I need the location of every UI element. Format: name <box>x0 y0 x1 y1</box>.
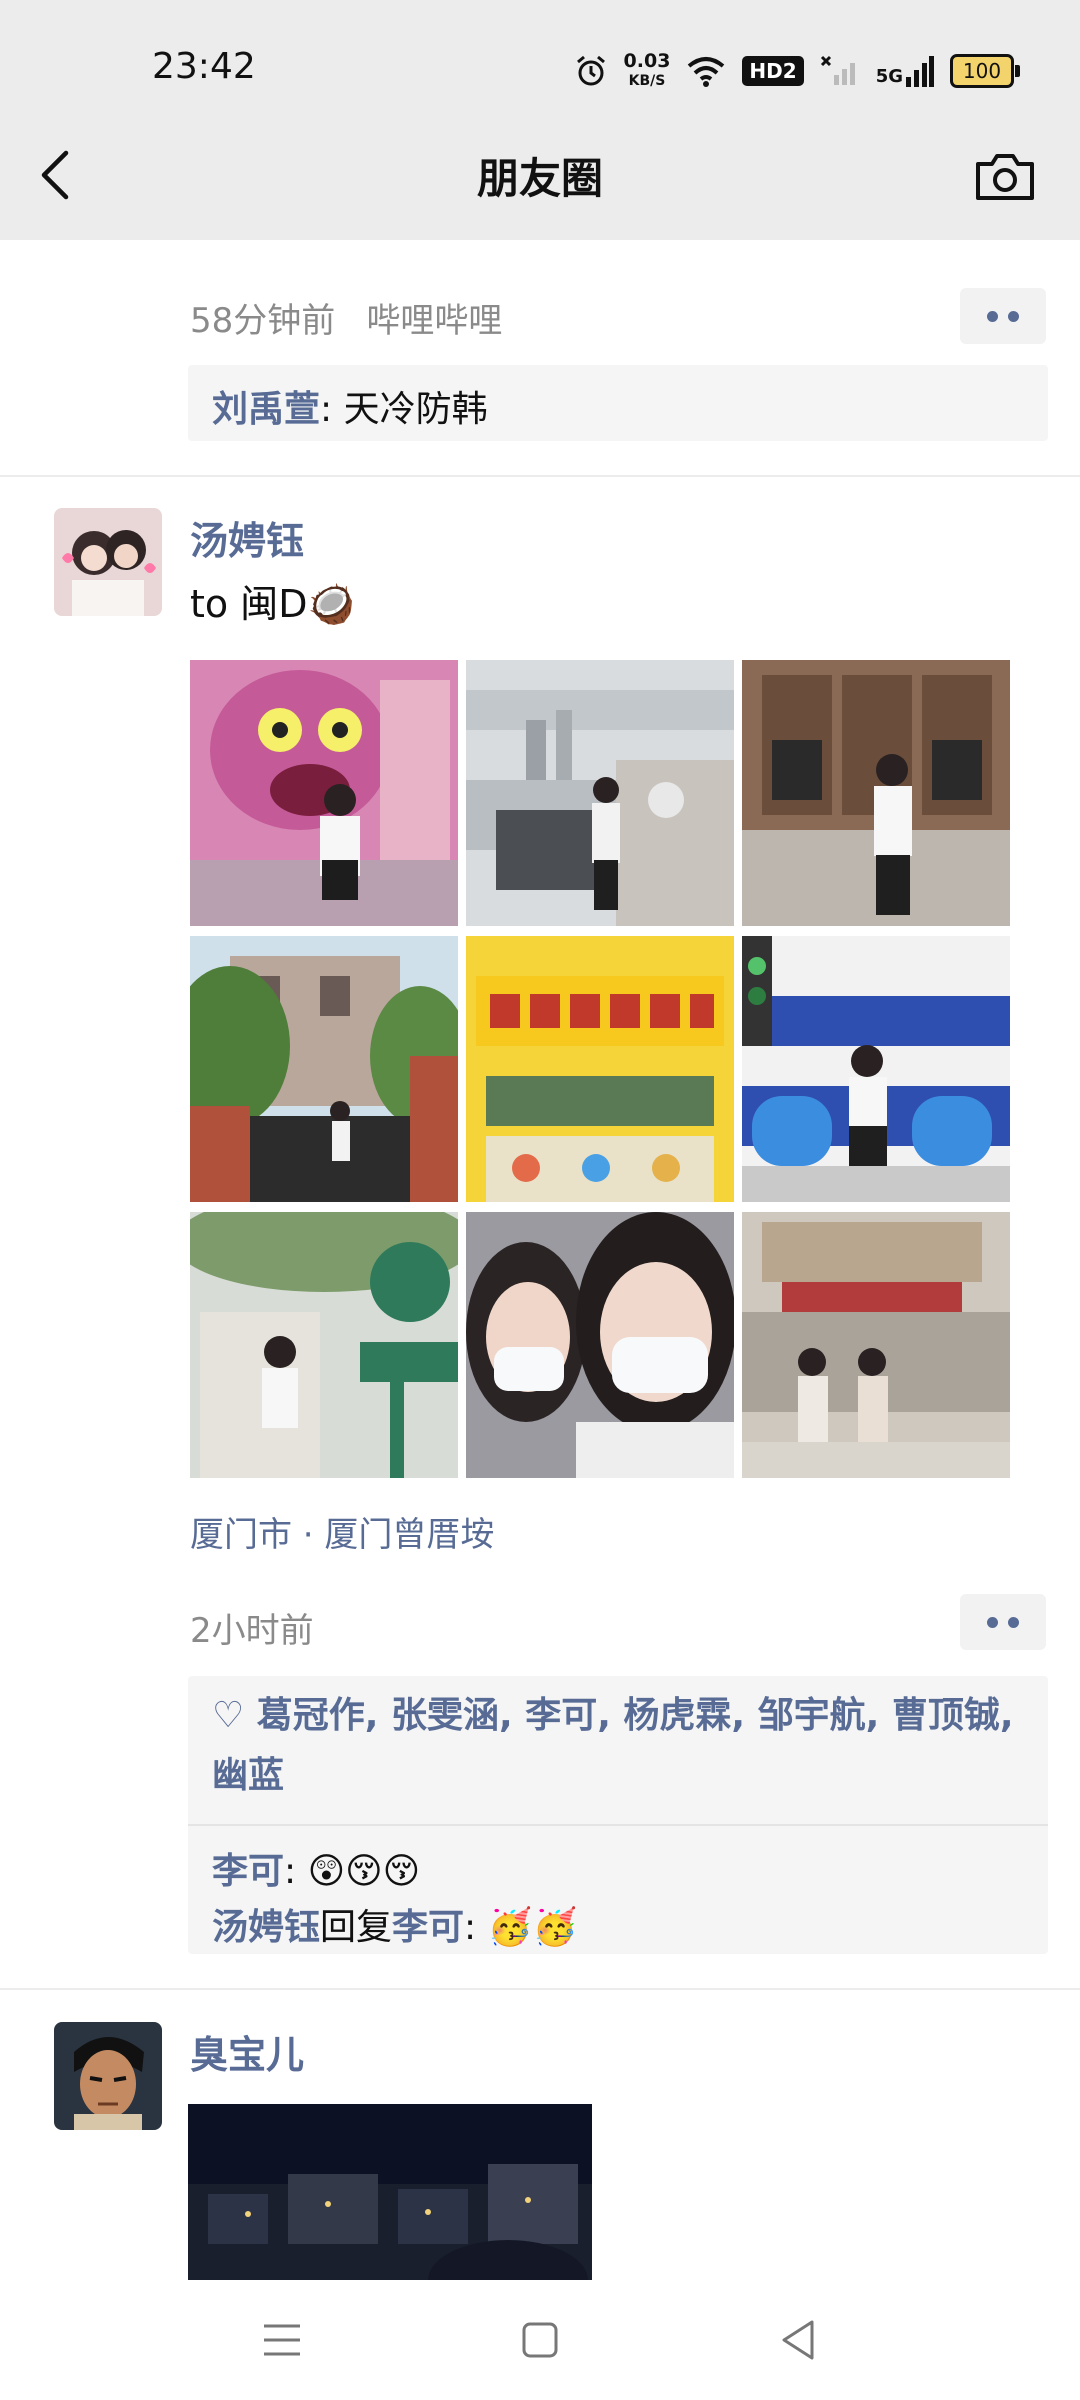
avatar[interactable] <box>54 2022 162 2130</box>
moments-feed: 58分钟前 哔哩哔哩 刘禹萱: 天冷防韩 汤娉钰 to 闽D🥥 厦门市 · 厦门… <box>0 240 1080 2280</box>
comment-text: 🥳🥳 <box>487 1907 578 1948</box>
camera-button[interactable] <box>974 148 1036 204</box>
likes-comments-box: ♡ 葛冠作, 张雯涵, 李可, 杨虎霖, 邹宇航, 曹顶铖, 幽蓝 李可: 😲😚… <box>188 1676 1048 1954</box>
more-button[interactable] <box>960 1594 1046 1650</box>
comment-box: 刘禹萱: 天冷防韩 <box>188 365 1048 441</box>
reply-target-name[interactable]: 李可 <box>392 1907 464 1948</box>
villa-photo[interactable] <box>190 936 458 1202</box>
likes-divider <box>188 1824 1048 1826</box>
signal-5g: 5G <box>876 55 934 87</box>
dot-icon <box>987 1616 998 1628</box>
dot-icon <box>987 310 998 322</box>
photo-grid <box>190 660 1012 1482</box>
status-time: 23:42 <box>152 46 256 87</box>
selfie-photo[interactable] <box>466 1212 734 1478</box>
divider <box>0 475 1080 477</box>
riverside-photo[interactable] <box>466 660 734 926</box>
comment-text: 😲😚😚 <box>307 1851 421 1892</box>
hd-badge: HD2 <box>742 56 804 86</box>
post-text: to 闽D🥥 <box>190 582 355 626</box>
reply-label: 回复 <box>320 1907 393 1948</box>
top-bar: 23:42 0.03 KB/S HD2 5G 100 朋友圈 <box>0 0 1080 240</box>
comment-line[interactable]: 刘禹萱: 天冷防韩 <box>212 380 488 432</box>
street-photo[interactable] <box>742 1212 1010 1478</box>
net-speed: 0.03 KB/S <box>623 50 671 89</box>
alarm-icon <box>576 55 605 86</box>
menu-icon[interactable] <box>262 2320 302 2360</box>
system-nav-bar <box>0 2280 1080 2400</box>
post-time: 2小时前 <box>190 1611 314 1651</box>
sign-post-photo[interactable] <box>190 1212 458 1478</box>
reply-line[interactable]: 汤娉钰回复李可: 🥳🥳 <box>212 1898 577 1950</box>
graffiti-photo[interactable] <box>190 660 458 926</box>
author-name[interactable]: 臭宝儿 <box>190 2024 304 2079</box>
dot-icon <box>1008 310 1019 322</box>
likes-list[interactable]: ♡ 葛冠作, 张雯涵, 李可, 杨虎霖, 邹宇航, 曹顶铖, 幽蓝 <box>212 1686 1032 1806</box>
blue-bench-photo[interactable] <box>742 936 1010 1202</box>
commenter-name[interactable]: 李可 <box>212 1851 284 1892</box>
home-icon[interactable] <box>520 2320 560 2360</box>
cafe-photo[interactable] <box>742 660 1010 926</box>
post-time: 58分钟前 <box>190 301 336 341</box>
signal-icon <box>906 56 934 87</box>
more-button[interactable] <box>960 288 1046 344</box>
comment-line[interactable]: 李可: 😲😚😚 <box>212 1842 420 1894</box>
commenter-name[interactable]: 刘禹萱 <box>212 389 320 430</box>
night-photo[interactable] <box>188 2104 592 2280</box>
commenter-name[interactable]: 汤娉钰 <box>212 1907 320 1948</box>
dot-icon <box>1008 1616 1019 1628</box>
divider <box>0 1988 1080 1990</box>
battery-icon: 100 <box>950 54 1020 88</box>
page-title: 朋友圈 <box>476 154 603 203</box>
wifi-icon <box>688 57 725 87</box>
status-icons: 0.03 KB/S HD2 5G 100 <box>574 50 1020 92</box>
avatar[interactable] <box>54 508 162 616</box>
signal-off-icon <box>820 55 855 85</box>
post-source-app[interactable]: 哔哩哔哩 <box>366 301 502 341</box>
back-nav-icon[interactable] <box>778 2318 818 2362</box>
location-text[interactable]: 厦门市 · 厦门曾厝垵 <box>190 1507 494 1556</box>
author-name[interactable]: 汤娉钰 <box>190 510 304 565</box>
comment-text: 天冷防韩 <box>343 389 488 430</box>
shop-sign-photo[interactable] <box>466 936 734 1202</box>
